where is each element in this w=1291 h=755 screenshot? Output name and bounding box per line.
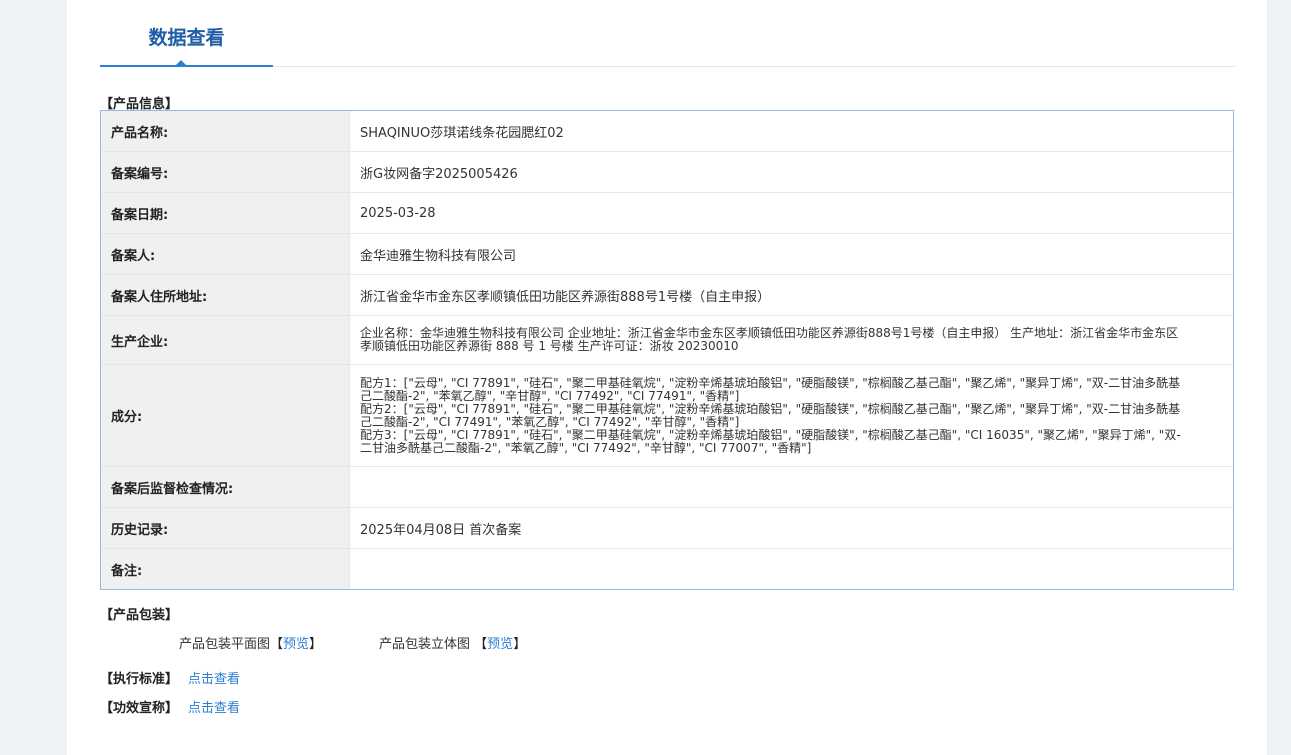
tab-data-view-label: 数据查看 (148, 27, 225, 49)
table-row: 备注: (101, 549, 1233, 589)
page-content: 数据查看 【产品信息】 产品名称: SHAQINUO莎琪诺线条花园腮红02 备案… (67, 0, 1267, 755)
table-row: 历史记录: 2025年04月08日 首次备案 (101, 508, 1233, 549)
preview-solid-link[interactable]: 预览 (487, 637, 513, 652)
table-row: 产品名称: SHAQINUO莎琪诺线条花园腮红02 (101, 111, 1233, 152)
row-value (350, 467, 1233, 507)
table-row: 备案人: 金华迪雅生物科技有限公司 (101, 234, 1233, 275)
tab-bar: 数据查看 (100, 0, 1235, 67)
table-row: 生产企业: 企业名称：金华迪雅生物科技有限公司 企业地址：浙江省金华市金东区孝顺… (101, 316, 1233, 365)
row-label: 产品名称: (101, 111, 350, 151)
preview-flat-link[interactable]: 预览 (283, 637, 309, 652)
tab-active-caret-icon (175, 60, 187, 66)
manufacturer-text: 企业名称：金华迪雅生物科技有限公司 企业地址：浙江省金华市金东区孝顺镇低田功能区… (360, 326, 1179, 353)
packaging-flat-label: 产品包装平面图 (179, 637, 271, 652)
efficacy-claim-view-link[interactable]: 点击查看 (188, 701, 240, 716)
ingredients-text: 配方1：["云母", "CI 77891", "硅石", "聚二甲基硅氧烷", … (360, 375, 1181, 455)
section-title-packaging: 【产品包装】 (100, 608, 179, 623)
row-value (350, 549, 1233, 589)
product-info-table: 产品名称: SHAQINUO莎琪诺线条花园腮红02 备案编号: 浙G妆网备字20… (100, 110, 1234, 590)
row-value: 2025-03-28 (360, 205, 436, 221)
packaging-solid-item: 产品包装立体图 【预览】 (379, 633, 526, 652)
row-value: SHAQINUO莎琪诺线条花园腮红02 (360, 125, 564, 141)
bracket-open: 【 (474, 637, 488, 652)
row-label: 备注: (101, 549, 350, 589)
row-value: 浙G妆网备字2025005426 (360, 166, 518, 182)
row-label: 备案编号: (101, 152, 350, 192)
exec-standard-view-link[interactable]: 点击查看 (188, 672, 240, 687)
table-row: 成分: 配方1：["云母", "CI 77891", "硅石", "聚二甲基硅氧… (101, 365, 1233, 467)
table-row: 备案编号: 浙G妆网备字2025005426 (101, 152, 1233, 193)
row-label: 成分: (101, 365, 350, 466)
row-label: 备案人: (101, 234, 350, 274)
efficacy-claim-row: 【功效宣称】 点击查看 (100, 697, 240, 716)
bracket-close: 】 (309, 637, 323, 652)
bracket-close: 】 (513, 637, 527, 652)
table-row: 备案日期: 2025-03-28 (101, 193, 1233, 234)
row-value: 浙江省金华市金东区孝顺镇低田功能区养源街888号1号楼（自主申报） (360, 289, 771, 305)
exec-standard-row: 【执行标准】 点击查看 (100, 668, 240, 687)
table-row: 备案后监督检查情况: (101, 467, 1233, 508)
packaging-solid-label: 产品包装立体图 (379, 637, 471, 652)
row-label: 历史记录: (101, 508, 350, 548)
row-value: 企业名称：金华迪雅生物科技有限公司 企业地址：浙江省金华市金东区孝顺镇低田功能区… (350, 316, 1233, 364)
row-value: 金华迪雅生物科技有限公司 (360, 248, 517, 264)
efficacy-claim-label: 【功效宣称】 (100, 701, 179, 716)
bracket-open: 【 (270, 637, 284, 652)
row-value: 2025年04月08日 首次备案 (360, 522, 522, 538)
row-label: 备案人住所地址: (101, 275, 350, 315)
packaging-row: 产品包装平面图【预览】 产品包装立体图 【预览】 (179, 633, 526, 652)
table-row: 备案人住所地址: 浙江省金华市金东区孝顺镇低田功能区养源街888号1号楼（自主申… (101, 275, 1233, 316)
tab-data-view[interactable]: 数据查看 (100, 0, 273, 67)
row-value: 配方1：["云母", "CI 77891", "硅石", "聚二甲基硅氧烷", … (350, 365, 1233, 466)
row-label: 备案日期: (101, 193, 350, 233)
row-label: 备案后监督检查情况: (101, 467, 350, 507)
exec-standard-label: 【执行标准】 (100, 672, 179, 687)
row-label: 生产企业: (101, 316, 350, 364)
